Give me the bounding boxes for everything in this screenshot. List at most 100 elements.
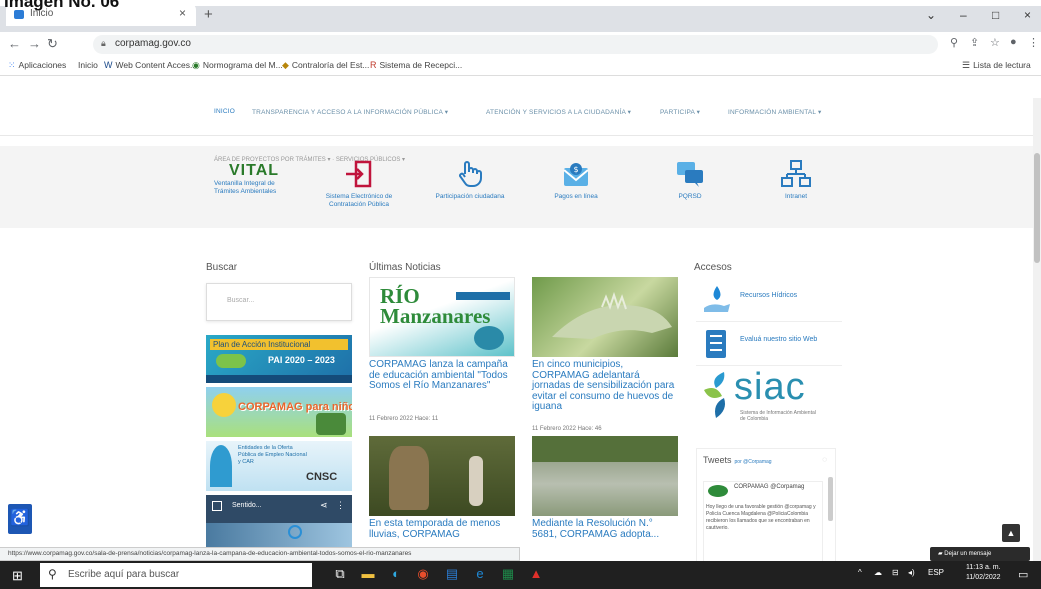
service-pagos[interactable]: $ Pagos en línea — [536, 160, 616, 201]
menu-item-transparencia[interactable]: TRANSPARENCIA Y ACCESO A LA INFORMACIÓN … — [252, 108, 448, 116]
menu-item-atencion[interactable]: ATENCIÓN Y SERVICIOS A LA CIUDADANÍA ▾ — [486, 108, 631, 116]
reading-list[interactable]: ☰ Lista de lectura — [962, 60, 1031, 71]
siac-logo[interactable]: siac Sistema de Información Ambiental de… — [700, 366, 830, 430]
close-window-button[interactable]: × — [1024, 8, 1031, 22]
minimize-button[interactable]: – — [960, 8, 967, 22]
tab-close-icon[interactable]: × — [179, 6, 186, 20]
windows-start-icon[interactable]: ⊞ — [12, 568, 23, 584]
word-icon[interactable]: ▤ — [442, 564, 462, 584]
search-placeholder: Buscar... — [227, 297, 255, 304]
tray-volume-icon[interactable]: ◂) — [908, 568, 915, 577]
menu-kebab-icon[interactable]: ⋮ — [1028, 36, 1039, 49]
taskbar-search-input[interactable]: ⚲ Escribe aquí para buscar — [40, 563, 312, 587]
forward-arrow-icon[interactable]: → — [28, 36, 41, 51]
service-vital-label: Ventanilla Integral de Trámites Ambienta… — [214, 180, 277, 195]
scrollbar-thumb[interactable] — [1034, 153, 1040, 263]
bookmark-item[interactable]: ◆ Contraloría del Est... — [282, 60, 369, 71]
taskbar-search-placeholder: Escribe aquí para buscar — [68, 569, 180, 580]
service-participacion[interactable]: Participación ciudadana — [422, 158, 518, 201]
image-caption: Imagen No. 06 — [4, 0, 120, 11]
news-title[interactable]: CORPAMAG lanza la campaña de educación a… — [369, 359, 515, 392]
excel-icon[interactable]: ▦ — [498, 564, 518, 584]
notifications-icon[interactable]: ▭ — [1018, 568, 1028, 581]
service-vital[interactable]: VITAL Ventanilla Integral de Trámites Am… — [214, 162, 294, 196]
leave-message-button[interactable]: ▰ Dejar un mensaje — [930, 547, 1030, 561]
shield-icon: ◆ — [282, 60, 289, 70]
maximize-button[interactable]: □ — [992, 8, 999, 22]
tweets-widget[interactable]: Tweets por @Corpamag ◌ CORPAMAG @Corpamag… — [696, 448, 836, 568]
video-play-icon[interactable] — [288, 525, 302, 539]
news-image[interactable] — [532, 436, 678, 516]
news-image[interactable]: RÍO Manzanares — [369, 277, 515, 357]
news-title[interactable]: Mediante la Resolución N.° 5681, CORPAMA… — [532, 518, 678, 540]
new-tab-button[interactable]: + — [204, 6, 213, 23]
chrome-icon[interactable]: ◉ — [413, 564, 433, 584]
news-image[interactable] — [369, 436, 515, 516]
service-pqrsd-label: PQRSD — [678, 193, 702, 200]
internet-explorer-icon[interactable]: e — [470, 564, 490, 584]
access-recursos-hidricos[interactable]: Recursos Hídricos — [696, 278, 842, 322]
edge-icon[interactable]: ◐ — [386, 564, 406, 584]
bookmark-item[interactable]: Inicio — [78, 60, 98, 70]
cnsc-person-graphic — [210, 445, 232, 487]
menu-item-informacion-ambiental[interactable]: INFORMACIÓN AMBIENTAL ▾ — [728, 108, 821, 116]
video-banner[interactable]: Sentido... ⋖ ⋮ — [206, 495, 352, 547]
news-image-stripe — [456, 292, 510, 300]
service-participacion-label: Participación ciudadana — [435, 193, 505, 200]
share-icon[interactable]: ⇪ — [970, 36, 979, 49]
tray-language[interactable]: ESP — [928, 568, 944, 577]
tweets-scrollbar[interactable] — [828, 477, 833, 521]
menu-item-inicio[interactable]: INICIO — [214, 108, 235, 115]
news-title[interactable]: En esta temporada de menos lluvias, CORP… — [369, 518, 515, 540]
services-strip — [0, 146, 1041, 228]
file-explorer-icon[interactable]: ▬ — [358, 564, 378, 584]
news-heading: Últimas Noticias — [369, 262, 441, 273]
site-search-input[interactable]: Buscar... — [206, 283, 352, 321]
news-image[interactable] — [532, 277, 678, 357]
status-url: https://www.corpamag.gov.co/sala-de-pren… — [0, 547, 520, 561]
accessibility-button[interactable]: ♿ — [8, 504, 32, 534]
plan-banner-title: Plan de Acción Institucional — [210, 339, 348, 350]
page-scrollbar[interactable] — [1033, 98, 1041, 561]
vital-logo: VITAL — [228, 162, 280, 179]
tray-cloud-icon[interactable]: ☁ — [874, 568, 882, 577]
plan-banner-footer — [206, 375, 352, 383]
zoom-icon[interactable]: ⚲ — [950, 36, 958, 49]
site-main-menu — [0, 98, 1041, 136]
service-intranet[interactable]: Intranet — [766, 160, 826, 201]
profile-icon[interactable]: ● — [1010, 36, 1017, 48]
bookmark-apps[interactable]: ⁙ Aplicaciones — [8, 60, 66, 71]
tab-search-chevron-icon[interactable]: ⌄ — [926, 8, 936, 22]
clock-time: 11:13 a. m. — [966, 564, 1001, 571]
video-more-icon[interactable]: ⋮ — [336, 500, 345, 511]
acrobat-icon[interactable]: ▲ — [526, 564, 546, 584]
reload-icon[interactable]: ↻ — [47, 36, 58, 52]
access-evalua-sitio[interactable]: Evaluá nuestro sitio Web — [696, 322, 842, 366]
cnsc-banner[interactable]: Entidades de la Oferta Pública de Empleo… — [206, 441, 352, 491]
reading-list-icon: ☰ — [962, 60, 971, 70]
news-title[interactable]: En cinco municipios, CORPAMAG adelantará… — [532, 359, 678, 413]
corpamag-kids-banner[interactable]: CORPAMAG para niños — [206, 387, 352, 437]
menu-item-participa[interactable]: PARTICIPA ▾ — [660, 108, 700, 116]
news-image-trees — [532, 436, 678, 462]
apps-grid-icon: ⁙ — [8, 60, 16, 70]
share-icon[interactable]: ⋖ — [320, 500, 328, 511]
back-to-top-button[interactable]: ▲ — [1002, 524, 1020, 542]
chat-bubbles-icon — [677, 162, 703, 187]
back-arrow-icon[interactable]: ← — [8, 36, 21, 51]
login-door-icon — [346, 160, 372, 188]
taskbar-clock[interactable]: 11:13 a. m. 11/02/2022 — [966, 563, 1001, 583]
service-pqrsd[interactable]: PQRSD — [660, 160, 720, 201]
bookmark-star-icon[interactable]: ☆ — [990, 36, 1000, 49]
tray-chevron-icon[interactable]: ^ — [858, 568, 862, 577]
service-secop[interactable]: Sistema Electrónico de Contratación Públ… — [314, 160, 404, 209]
tweet-card[interactable]: CORPAMAG @Corpamag Hoy llego de una favo… — [703, 481, 823, 566]
task-view-icon[interactable]: ⧉ — [330, 564, 350, 584]
lock-icon: 🔒︎ — [101, 38, 106, 48]
address-bar[interactable]: 🔒︎ corpamag.gov.co — [93, 35, 938, 54]
bookmark-item[interactable]: W Web Content Acces... — [104, 60, 197, 70]
bookmark-item[interactable]: R Sistema de Recepci... — [370, 60, 462, 70]
tray-network-icon[interactable]: ⊟ — [892, 568, 899, 577]
bookmark-item[interactable]: ◉ Normograma del M... — [192, 60, 283, 71]
plan-accion-banner[interactable]: Plan de Acción Institucional PAI 2020 – … — [206, 335, 352, 383]
